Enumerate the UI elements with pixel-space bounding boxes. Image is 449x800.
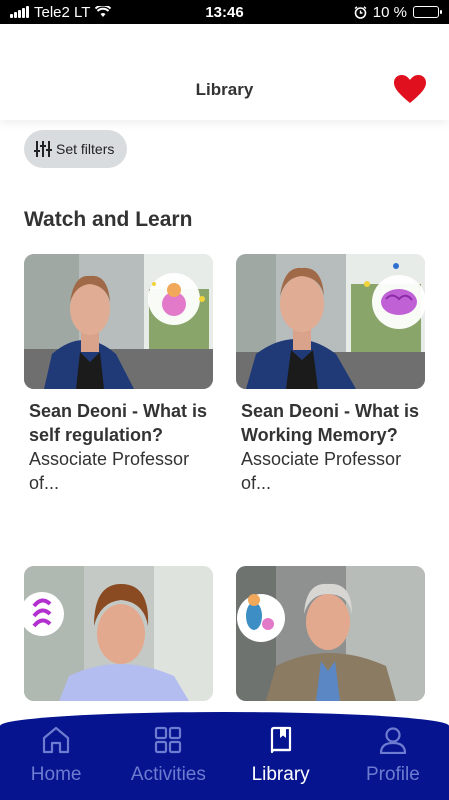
status-right: 10 % <box>354 3 442 21</box>
nav-label-profile: Profile <box>365 764 420 785</box>
video-subtitle: Associate Professor of... <box>241 449 402 493</box>
nav-label-library: Library <box>251 764 310 785</box>
favorites-heart-icon[interactable] <box>393 74 427 104</box>
video-thumbnail <box>24 254 213 389</box>
video-thumbnail <box>24 566 213 701</box>
app-header: Library <box>0 24 449 120</box>
book-icon <box>270 726 291 754</box>
video-subtitle: Associate Professor of... <box>29 449 190 493</box>
nav-item-home[interactable]: Home <box>6 726 106 786</box>
nav-item-profile[interactable]: Profile <box>343 726 443 786</box>
section-title: Watch and Learn <box>24 208 193 231</box>
video-card[interactable]: Sean Deoni - What is self regulation? As… <box>24 254 213 495</box>
home-icon <box>43 726 70 754</box>
nav-label-activities: Activities <box>130 764 206 785</box>
wifi-icon <box>95 6 112 17</box>
signal-icon <box>10 6 29 18</box>
nav-item-library[interactable]: Library <box>231 726 331 786</box>
bottom-nav: Home Activities Library Profile <box>0 712 449 800</box>
carrier-name: Tele2 LT <box>34 3 91 21</box>
set-filters-button[interactable]: Set filters <box>24 130 127 168</box>
alarm-icon <box>354 5 367 19</box>
nav-item-activities[interactable]: Activities <box>118 726 218 786</box>
battery-icon <box>413 6 442 18</box>
battery-percent: 10 % <box>372 3 407 21</box>
status-bar: Tele2 LT 13:46 10 % <box>0 0 449 24</box>
grid-icon <box>155 726 182 754</box>
status-left: Tele2 LT <box>10 4 160 21</box>
nav-label-home: Home <box>30 764 82 785</box>
filter-sliders-icon <box>34 141 52 157</box>
video-card[interactable]: Sean Deoni - What is Working Memory? Ass… <box>236 254 425 495</box>
set-filters-label: Set filters <box>56 141 115 157</box>
video-thumbnail <box>236 566 425 701</box>
video-title: Sean Deoni - What is Working Memory? <box>241 401 420 445</box>
page-title: Library <box>195 80 254 99</box>
video-thumbnail <box>236 254 425 389</box>
video-title: Sean Deoni - What is self regulation? <box>29 401 208 445</box>
video-card[interactable] <box>24 566 213 711</box>
video-card[interactable] <box>236 566 425 711</box>
user-icon <box>379 727 406 754</box>
